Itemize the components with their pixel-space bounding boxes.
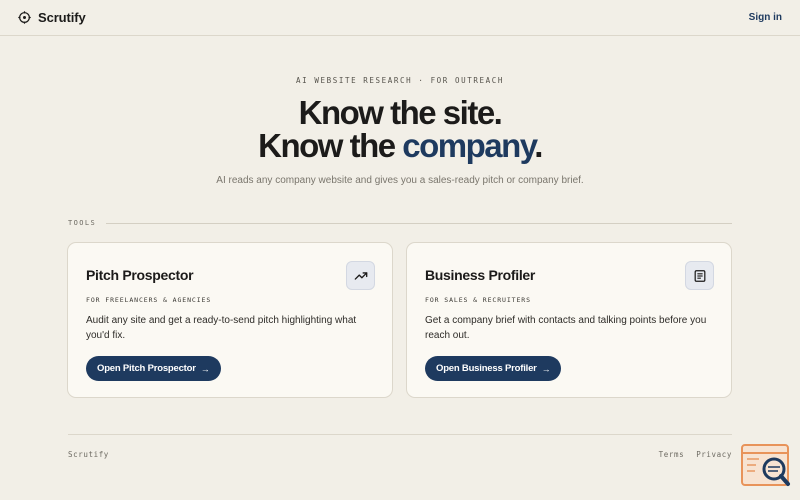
hero-eyebrow: AI WEBSITE RESEARCH · FOR OUTREACH (296, 76, 504, 85)
headline-line-2-suffix: . (534, 127, 543, 164)
tools-section-label: TOOLS (68, 219, 97, 227)
brand[interactable]: Scrutify (18, 10, 86, 25)
open-pitch-prospector-button[interactable]: Open Pitch Prospector → (86, 356, 221, 381)
footer-link-privacy[interactable]: Privacy (696, 450, 732, 459)
tool-card-audience-tag: FOR SALES & RECRUITERS (425, 296, 531, 304)
headline-accent-word: company (402, 127, 535, 164)
top-nav: Scrutify Sign in (0, 0, 800, 36)
arrow-right-icon: → (200, 363, 210, 374)
arrow-right-icon: → (541, 363, 551, 374)
section-divider (106, 222, 732, 224)
tool-card-pitch-prospector: Pitch Prospector FOR FREELANCERS & AGENC… (67, 242, 393, 398)
brand-name: Scrutify (38, 10, 86, 25)
footer-divider (68, 434, 732, 435)
tool-card-icon-badge (346, 261, 375, 290)
tool-card-audience-tag: FOR FREELANCERS & AGENCIES (86, 296, 212, 304)
footer-link-terms[interactable]: Terms (659, 450, 685, 459)
trending-up-icon (354, 271, 367, 280)
headline-line-2-prefix: Know the (258, 127, 403, 164)
button-label: Open Business Profiler (436, 363, 537, 374)
browser-search-icon[interactable] (741, 444, 791, 488)
footer-brand: Scrutify (68, 450, 109, 459)
document-icon (694, 269, 705, 282)
tool-card-business-profiler: Business Profiler FOR SALES & RECRUITERS… (406, 242, 732, 398)
sign-in-link[interactable]: Sign in (749, 12, 782, 23)
hero-headline: Know the site. Know the company. (0, 96, 800, 162)
tool-card-icon-badge (685, 261, 714, 290)
open-business-profiler-button[interactable]: Open Business Profiler → (425, 356, 562, 381)
tool-card-description: Get a company brief with contacts and ta… (425, 315, 707, 341)
tool-card-description: Audit any site and get a ready-to-send p… (86, 315, 357, 341)
headline-line-1: Know the site. (298, 94, 503, 131)
hero-subtitle: AI reads any company website and gives y… (216, 175, 584, 186)
button-label: Open Pitch Prospector (97, 363, 196, 374)
crosshair-icon (18, 11, 31, 24)
footer-links: Terms Privacy (659, 450, 732, 459)
tool-card-title: Pitch Prospector (86, 267, 194, 283)
tools-section-header: TOOLS (68, 218, 732, 228)
tool-card-title: Business Profiler (425, 267, 536, 283)
